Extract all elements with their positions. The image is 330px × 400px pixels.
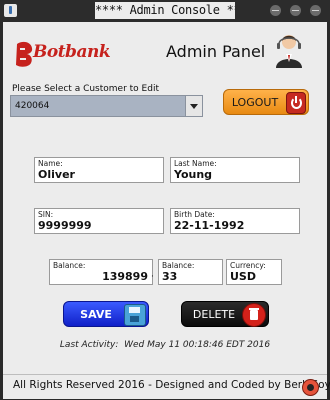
currency-field[interactable]: Currency: USD	[226, 259, 282, 285]
balance-whole-field[interactable]: Balance: 139899	[49, 259, 153, 285]
page-title: Admin Panel	[166, 42, 266, 61]
birth-date-field[interactable]: Birth Date: 22-11-1992	[170, 208, 300, 234]
sin-label: SIN:	[38, 210, 54, 219]
botbank-logo-icon	[16, 41, 33, 67]
balance-cents-field[interactable]: Balance: 33	[158, 259, 223, 285]
trash-icon	[242, 303, 266, 327]
delete-button-label: DELETE	[192, 308, 236, 321]
customer-select-value: 420064	[15, 101, 50, 111]
balance-separator: ·	[151, 272, 154, 282]
admin-panel-content: Botbank Admin Panel Please Select a Cust…	[3, 22, 327, 374]
logout-button[interactable]: LOGOUT	[223, 89, 309, 115]
power-icon	[286, 92, 306, 114]
currency-label: Currency:	[230, 261, 266, 270]
logout-button-label: LOGOUT	[231, 96, 279, 109]
first-name-value: Oliver	[38, 168, 75, 181]
last-activity-label: Last Activity:	[59, 340, 119, 350]
last-name-value: Young	[174, 168, 213, 181]
chevron-down-icon[interactable]	[185, 96, 202, 116]
admin-user-icon	[276, 35, 302, 68]
balance-cents-label: Balance:	[162, 261, 195, 270]
close-button[interactable]	[310, 5, 321, 16]
last-name-field[interactable]: Last Name: Young	[170, 157, 300, 183]
java-app-icon	[4, 4, 17, 17]
title-bar: **** Admin Console ****	[0, 0, 330, 22]
logo-text: Botbank	[33, 42, 111, 62]
floppy-disk-icon	[124, 304, 146, 326]
footer-credits: All Rights Reserved 2016 - Designed and …	[13, 379, 330, 391]
last-activity-value: Wed May 11 00:18:46 EDT 2016	[124, 340, 271, 350]
window-title: **** Admin Console ****	[95, 2, 235, 19]
botbank-logo: Botbank	[13, 38, 133, 72]
delete-button[interactable]: DELETE	[181, 301, 269, 327]
maximize-button[interactable]	[290, 5, 301, 16]
currency-value: USD	[230, 270, 256, 283]
sin-value: 9999999	[38, 219, 92, 232]
save-button-label: SAVE	[80, 308, 112, 321]
app-window: **** Admin Console **** Botbank Admin Pa…	[0, 0, 330, 400]
footer: All Rights Reserved 2016 - Designed and …	[3, 374, 330, 399]
footer-logo-icon	[302, 379, 319, 396]
save-button[interactable]: SAVE	[63, 301, 149, 327]
first-name-label: Name:	[38, 159, 63, 168]
balance-cents-value: 33	[162, 270, 178, 283]
customer-select[interactable]: 420064	[10, 95, 203, 117]
first-name-field[interactable]: Name: Oliver	[34, 157, 164, 183]
last-activity: Last Activity: Wed May 11 00:18:46 EDT 2…	[3, 340, 327, 350]
balance-whole-label: Balance:	[53, 261, 86, 270]
minimize-button[interactable]	[270, 5, 281, 16]
sin-field[interactable]: SIN: 9999999	[34, 208, 164, 234]
birth-date-value: 22-11-1992	[174, 219, 245, 232]
birth-date-label: Birth Date:	[174, 210, 215, 219]
customer-select-label: Please Select a Customer to Edit	[12, 84, 159, 94]
last-name-label: Last Name:	[174, 159, 217, 168]
balance-whole-value: 139899	[102, 270, 148, 283]
